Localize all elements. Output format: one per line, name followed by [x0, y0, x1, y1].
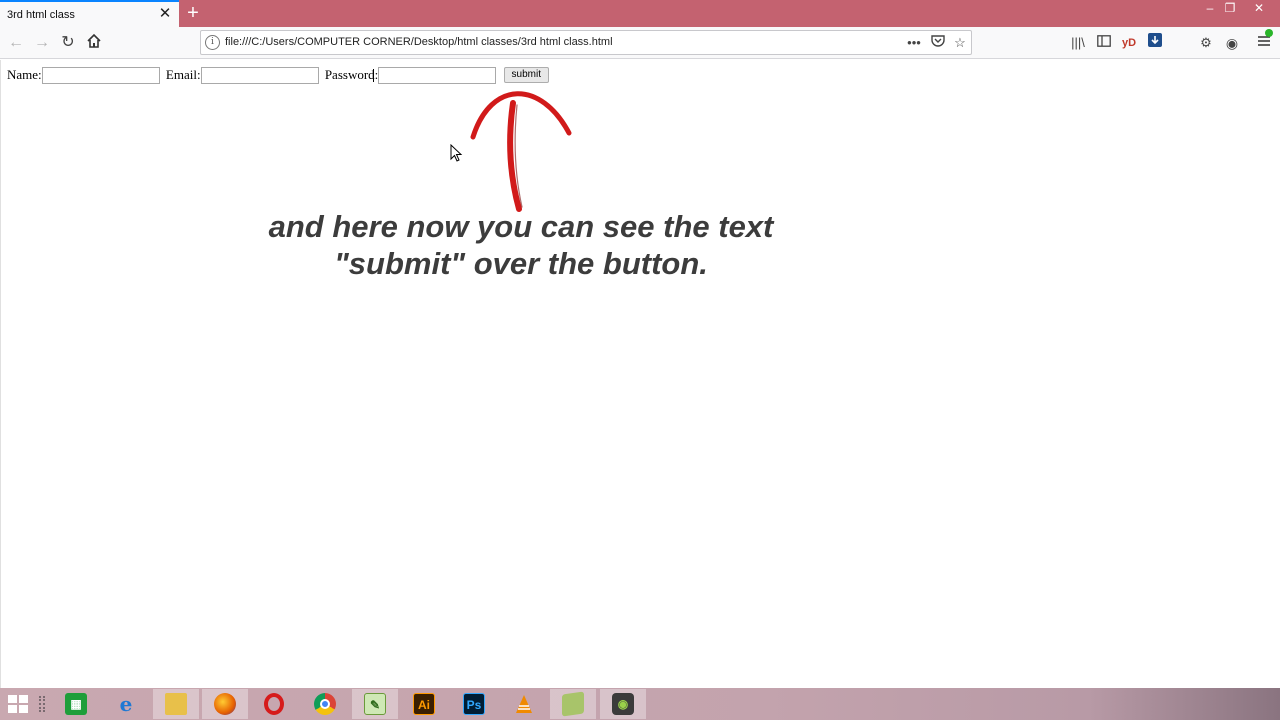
folder-icon[interactable] [153, 689, 199, 719]
url-text[interactable]: file:///C:/Users/COMPUTER CORNER/Desktop… [225, 36, 613, 48]
signup-form: Name: Email: Password: submit [7, 66, 549, 84]
internet-explorer-icon[interactable]: e [103, 689, 149, 719]
reload-icon[interactable]: ↻ [58, 33, 78, 53]
tab-title: 3rd html class [7, 9, 75, 21]
yd-extension-icon[interactable]: yD [1119, 33, 1139, 53]
sidebar-icon[interactable] [1094, 33, 1114, 53]
name-input[interactable] [41, 66, 160, 84]
name-label: Name: [7, 67, 42, 83]
bookmark-star-icon[interactable]: ☆ [951, 34, 969, 52]
mouse-cursor-icon [450, 144, 463, 162]
extension-icon[interactable]: ⚙ [1196, 33, 1216, 53]
password-label: Password: [324, 67, 379, 83]
tab-strip: 3rd html class ✕ + – ❐ ✕ [0, 0, 1280, 27]
notepad-plus-plus-icon[interactable]: ✎ [352, 689, 398, 719]
download-icon[interactable] [1145, 33, 1165, 53]
new-tab-icon[interactable]: + [184, 2, 202, 24]
back-icon[interactable]: ← [6, 33, 26, 53]
library-icon[interactable]: |||\ [1068, 33, 1088, 53]
page-actions-icon[interactable]: ••• [905, 34, 923, 52]
email-label: Email: [165, 67, 201, 83]
taskbar-grip [39, 696, 45, 712]
address-bar[interactable]: i file:///C:/Users/COMPUTER CORNER/Deskt… [200, 30, 972, 55]
photoshop-icon[interactable]: Ps [451, 689, 497, 719]
menu-icon[interactable] [1254, 29, 1274, 53]
restore-icon[interactable]: ❐ [1219, 0, 1241, 18]
close-window-icon[interactable]: ✕ [1248, 0, 1270, 18]
page-content: Name: Email: Password: submit and here n… [0, 60, 1280, 688]
illustrator-icon[interactable]: Ai [401, 689, 447, 719]
password-input[interactable] [378, 66, 497, 84]
file-manager-icon[interactable]: ▦ [53, 689, 99, 719]
pocket-icon[interactable] [929, 34, 947, 52]
email-input[interactable] [200, 66, 319, 84]
account-icon[interactable]: ◉ [1222, 33, 1242, 53]
text-caret [373, 69, 374, 82]
annotation-text: and here now you can see the text "submi… [239, 208, 803, 282]
minimize-icon[interactable]: – [1199, 0, 1221, 18]
tab-close-icon[interactable]: ✕ [157, 5, 173, 23]
annotation-line-2: "submit" over the button. [334, 246, 708, 281]
home-icon[interactable] [84, 33, 104, 53]
chrome-icon[interactable] [302, 689, 348, 719]
navigation-bar: ← → ↻ i file:///C:/Users/COMPUTER CORNER… [0, 27, 1280, 59]
camera-recorder-icon[interactable]: ◉ [600, 689, 646, 719]
start-button-icon[interactable] [8, 695, 28, 713]
taskbar: ▦ e ✎ Ai Ps ◉ [0, 688, 1280, 720]
submit-button[interactable]: submit [503, 67, 549, 84]
forward-icon[interactable]: → [32, 33, 52, 53]
browser-tab[interactable]: 3rd html class ✕ [0, 0, 179, 27]
opera-icon[interactable] [252, 689, 298, 719]
vlc-icon[interactable] [501, 689, 547, 719]
red-arrow-annotation [470, 91, 572, 212]
info-icon[interactable]: i [205, 35, 220, 50]
annotation-line-1: and here now you can see the text [268, 209, 774, 244]
firefox-icon[interactable] [202, 689, 248, 719]
app-icon[interactable] [550, 689, 596, 719]
